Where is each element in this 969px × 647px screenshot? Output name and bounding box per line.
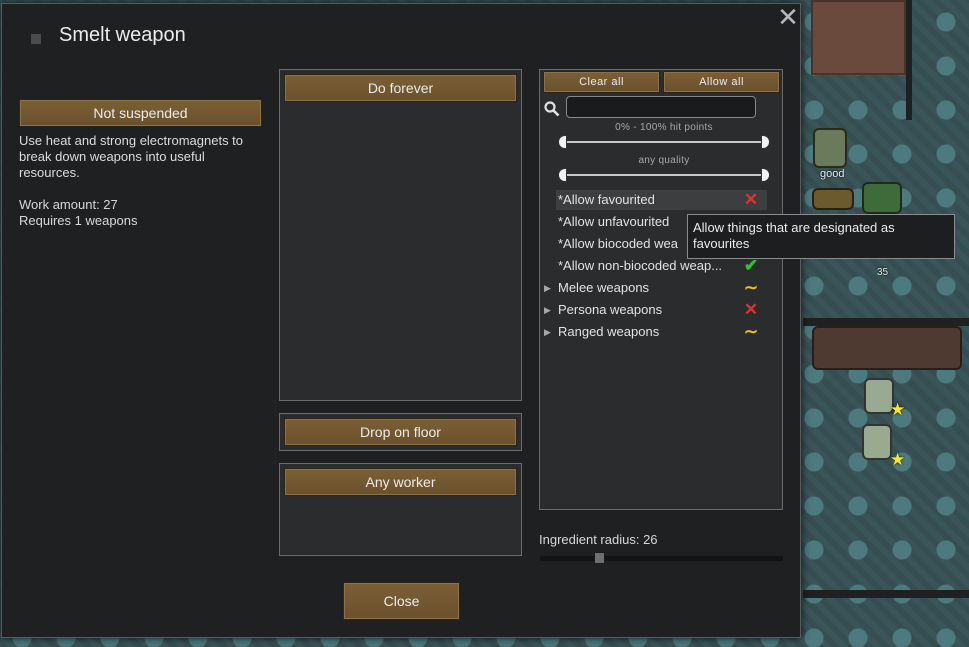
filter-row-label: *Allow biocoded wea xyxy=(558,236,678,251)
filter-row-ranged-weapons[interactable]: Ranged weapons ∼ xyxy=(556,322,767,342)
partial-allowed-icon[interactable]: ∼ xyxy=(741,322,761,342)
star-icon: ★ xyxy=(890,450,906,469)
hit-points-min-handle[interactable] xyxy=(558,135,567,149)
filter-row-allow-non-biocoded[interactable]: *Allow non-biocoded weap... ✔ xyxy=(556,256,767,276)
filter-row-persona-weapons[interactable]: Persona weapons ✕ xyxy=(556,300,767,320)
stack-count-label: 35 xyxy=(877,267,889,278)
wall-segment xyxy=(906,0,912,120)
hit-points-range-label: 0% - 100% hit points xyxy=(615,122,713,133)
favourite-tooltip: Allow things that are designated as favo… xyxy=(687,214,955,259)
plant-pot xyxy=(862,182,902,214)
filter-row-label: *Allow unfavourited xyxy=(558,214,670,229)
bill-description: Use heat and strong electromagnets to br… xyxy=(19,133,244,180)
requires-text: Requires 1 weapons xyxy=(19,213,138,228)
suspend-toggle-button[interactable]: Not suspended xyxy=(19,99,262,127)
expand-arrow-icon[interactable]: ▶ xyxy=(544,278,554,298)
close-x-icon[interactable]: ✕ xyxy=(776,4,800,30)
filter-row-label: Melee weapons xyxy=(558,280,650,295)
ingredient-radius-label: Ingredient radius: 26 xyxy=(539,532,658,547)
close-button[interactable]: Close xyxy=(343,582,460,620)
partial-allowed-icon[interactable]: ∼ xyxy=(741,278,761,298)
pawn-mood-label: good xyxy=(820,168,845,180)
ingredient-radius-slider[interactable] xyxy=(540,556,783,561)
expand-arrow-icon[interactable]: ▶ xyxy=(544,300,554,320)
filter-row-label: *Allow favourited xyxy=(558,192,655,207)
repeat-mode-panel xyxy=(279,69,522,401)
allowed-check-icon[interactable]: ✔ xyxy=(741,256,761,276)
filter-row-label: *Allow non-biocoded weap... xyxy=(558,258,723,273)
star-icon: ★ xyxy=(890,400,906,419)
filter-row-label: Ranged weapons xyxy=(558,324,660,339)
wall-segment xyxy=(803,590,969,598)
chair xyxy=(862,424,892,460)
disallowed-x-icon[interactable]: ✕ xyxy=(741,190,761,210)
expand-arrow-icon[interactable]: ▶ xyxy=(544,322,554,342)
filter-row-allow-favourited[interactable]: *Allow favourited ✕ xyxy=(556,190,767,210)
quality-slider-track[interactable] xyxy=(562,174,766,176)
armchair xyxy=(813,128,847,168)
hit-points-slider-track[interactable] xyxy=(562,141,766,143)
filter-row-label: Persona weapons xyxy=(558,302,663,317)
quality-min-handle[interactable] xyxy=(558,168,567,182)
search-icon xyxy=(544,101,560,117)
filter-search-input[interactable] xyxy=(566,96,756,118)
allow-all-button[interactable]: Allow all xyxy=(663,71,780,93)
wall-segment xyxy=(803,318,969,326)
disallowed-x-icon[interactable]: ✕ xyxy=(741,300,761,320)
wood-floor-room xyxy=(811,0,906,75)
clear-all-button[interactable]: Clear all xyxy=(543,71,660,93)
work-amount-text: Work amount: 27 xyxy=(19,197,118,212)
log-pile xyxy=(812,188,854,210)
dialog-title: Smelt weapon xyxy=(59,24,186,46)
store-mode-button[interactable]: Drop on floor xyxy=(284,418,517,446)
table xyxy=(812,326,962,370)
worker-select-button[interactable]: Any worker xyxy=(284,468,517,496)
ingredient-radius-handle[interactable] xyxy=(594,552,605,564)
bill-icon xyxy=(31,34,41,44)
quality-range-label: any quality xyxy=(638,155,690,166)
filter-row-melee-weapons[interactable]: Melee weapons ∼ xyxy=(556,278,767,298)
repeat-mode-button[interactable]: Do forever xyxy=(284,74,517,102)
